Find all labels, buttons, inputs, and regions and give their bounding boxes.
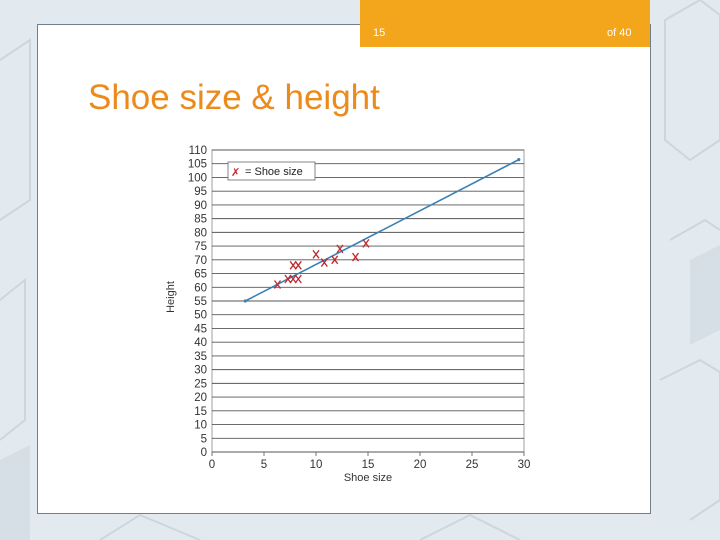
y-tick-label: 55 [194,296,207,308]
page-number-current: 15 [373,27,386,39]
y-tick-label: 30 [194,365,207,377]
x-tick-label: 10 [310,459,323,471]
y-tick-label: 10 [194,420,207,432]
x-tick-labels: 0 5 10 15 20 25 30 [209,452,531,471]
scatter-chart: 0510152025303540455055606570758085909510… [165,145,531,484]
y-tick-label: 100 [188,172,207,184]
x-tick-label: 5 [261,459,267,471]
y-tick-label: 50 [194,310,207,322]
x-tick-label: 0 [209,459,215,471]
slide-title: Shoe size & height [88,78,380,117]
y-tick-label: 80 [194,227,207,239]
y-tick-label: 95 [194,186,207,198]
y-axis-label: Height [165,281,177,313]
y-tick-label: 40 [194,337,207,349]
page-number-total: of 40 [607,27,632,39]
y-tick-labels: 0510152025303540455055606570758085909510… [188,145,207,459]
x-tick-label: 25 [466,459,479,471]
y-tick-label: 85 [194,214,207,226]
y-tick-label: 20 [194,392,207,404]
y-tick-label: 15 [194,406,207,418]
y-tick-label: 90 [194,200,207,212]
y-tick-label: 35 [194,351,207,363]
y-tick-label: 75 [194,241,207,253]
trend-line-end [517,158,521,162]
y-tick-label: 0 [201,447,207,459]
legend-marker: ✗ [231,166,240,179]
y-tick-label: 45 [194,323,207,335]
trend-line-end [243,299,247,303]
header-band [360,0,650,47]
legend-label: = Shoe size [245,166,303,178]
x-tick-label: 30 [518,459,531,471]
y-tick-label: 70 [194,255,207,267]
y-tick-label: 65 [194,269,207,281]
y-tick-label: 110 [189,145,207,157]
grid-lines [211,149,525,453]
y-tick-label: 5 [201,433,207,445]
y-tick-label: 60 [194,282,207,294]
x-tick-label: 15 [362,459,375,471]
legend: ✗ = Shoe size [227,161,316,181]
x-tick-label: 20 [414,459,427,471]
x-axis-label: Shoe size [344,472,392,484]
y-tick-label: 25 [194,378,207,390]
y-tick-label: 105 [188,159,207,171]
